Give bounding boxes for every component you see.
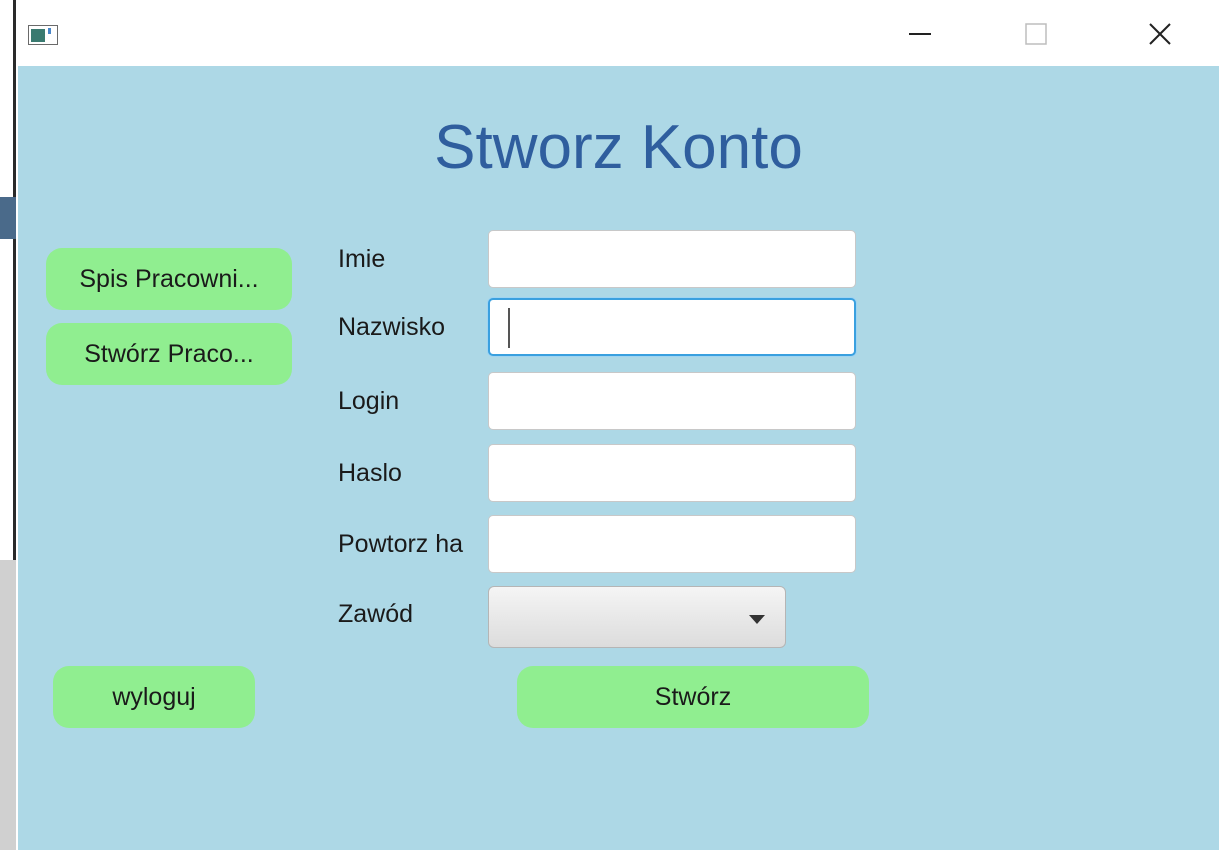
first-name-label: Imie	[338, 245, 386, 273]
repeat-password-label: Powtorz ha	[338, 530, 464, 558]
employee-list-button[interactable]: Spis Pracowni...	[46, 248, 292, 310]
create-button[interactable]: Stwórz	[517, 666, 869, 728]
first-name-field[interactable]	[488, 230, 856, 288]
page-title-text: Stworz Konto	[434, 113, 803, 182]
app-window: Stworz Konto Spis Pracowni... Stwórz Pra…	[18, 0, 1219, 850]
desktop-edge	[0, 0, 18, 850]
profession-label: Zawód	[338, 600, 414, 628]
desktop-edge-fragment	[0, 197, 16, 239]
logout-button[interactable]: wyloguj	[53, 666, 255, 728]
password-field[interactable]	[488, 444, 856, 502]
minimize-icon[interactable]	[890, 10, 950, 58]
title-bar[interactable]	[18, 0, 1219, 66]
last-name-field[interactable]	[488, 298, 856, 356]
maximize-icon[interactable]	[1006, 10, 1066, 58]
password-label: Haslo	[338, 459, 402, 487]
app-icon	[27, 24, 59, 46]
login-field[interactable]	[488, 372, 856, 430]
desktop-edge-fragment	[0, 560, 16, 850]
repeat-password-field[interactable]	[488, 515, 856, 573]
text-caret	[508, 308, 510, 348]
profession-select[interactable]	[488, 586, 786, 648]
login-label: Login	[338, 387, 400, 415]
last-name-label: Nazwisko	[338, 313, 445, 341]
close-icon[interactable]	[1130, 10, 1190, 58]
chevron-down-icon	[749, 615, 765, 624]
create-employee-button[interactable]: Stwórz Praco...	[46, 323, 292, 385]
page-title: Stworz Konto	[18, 112, 1219, 183]
